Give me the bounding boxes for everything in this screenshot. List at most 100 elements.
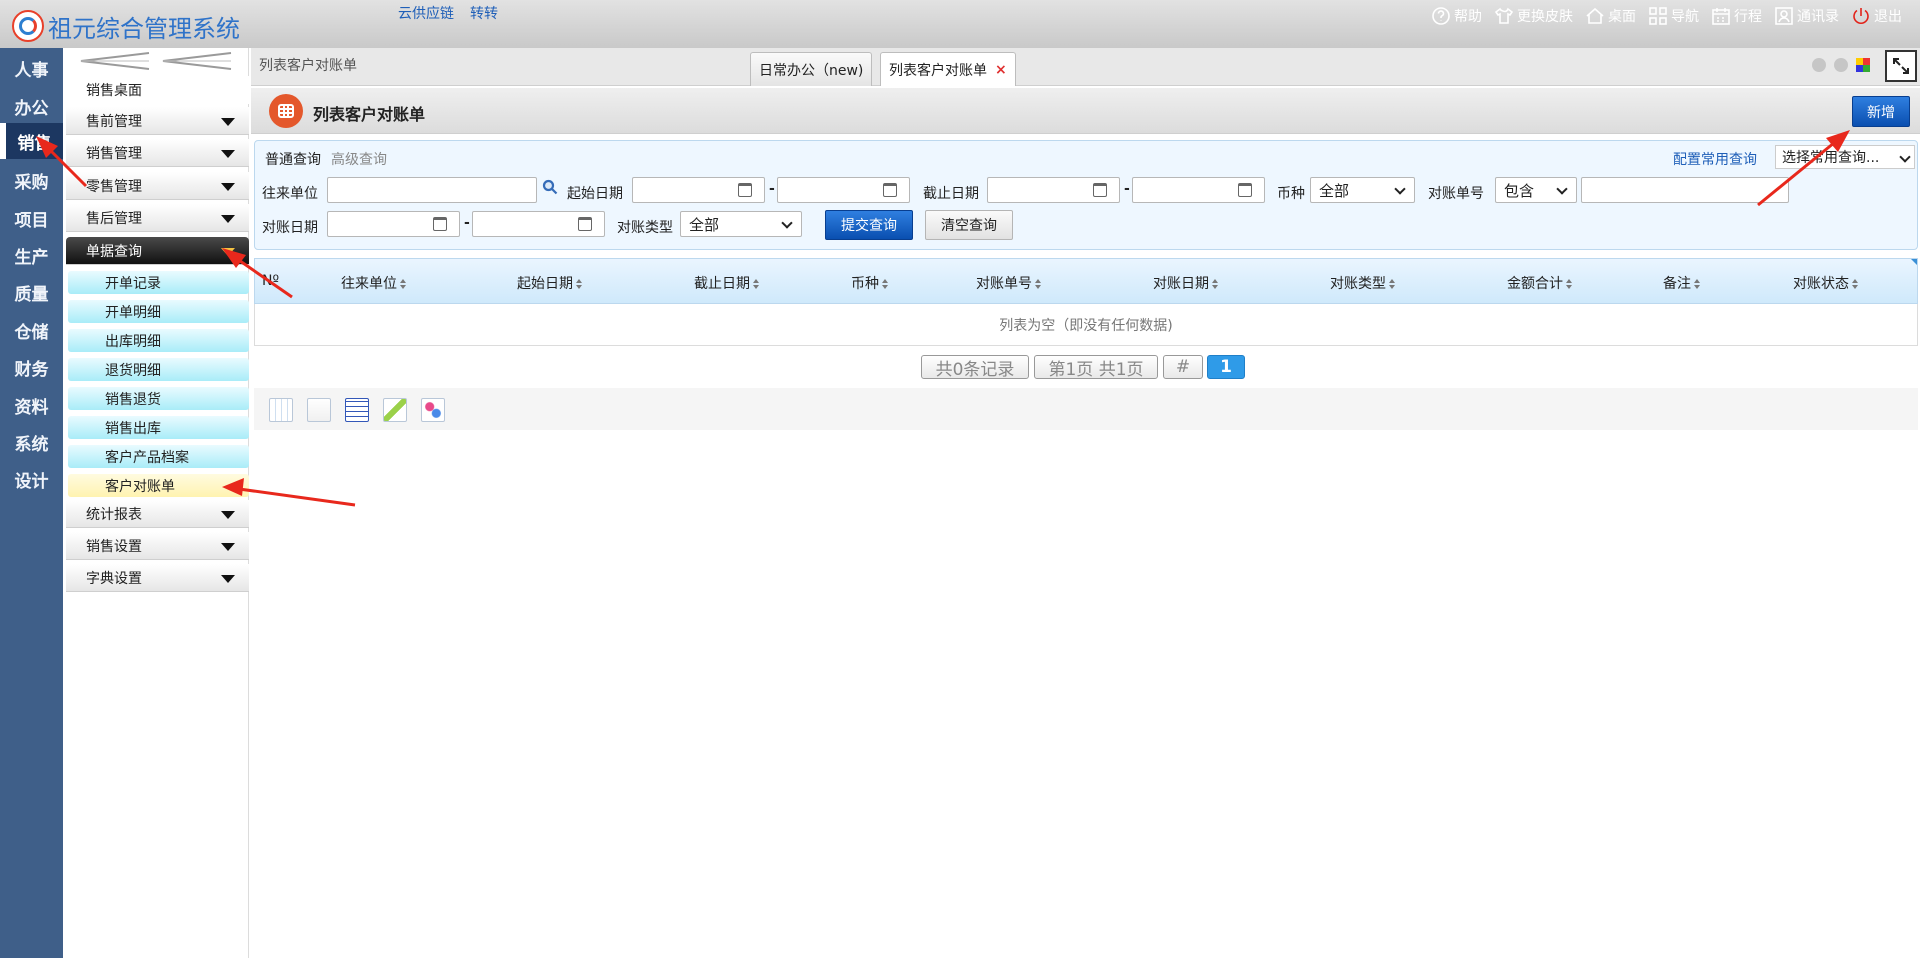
start-date-label: 起始日期 (567, 186, 623, 202)
statement-type-select[interactable]: 全部 (680, 211, 802, 237)
link-zhuanzhuan[interactable]: 转转 (470, 3, 498, 23)
tool-help[interactable]: 帮助 (1431, 6, 1482, 26)
menu-leaf-return-details[interactable]: 退货明细 (68, 358, 249, 381)
statement-date-from-input[interactable] (327, 211, 460, 237)
tab-advanced-query[interactable]: 高级查询 (331, 149, 387, 169)
common-query-select[interactable]: 选择常用查询... (1775, 145, 1915, 169)
module-office[interactable]: 办公 (0, 88, 63, 124)
settings-puzzle-icon[interactable] (421, 398, 445, 422)
tab-customer-statement[interactable]: 列表客户对账单 × (880, 52, 1016, 86)
caret-down-icon (221, 575, 235, 583)
tool-skin[interactable]: 更换皮肤 (1494, 6, 1573, 26)
menu-leaf-order-records[interactable]: 开单记录 (68, 271, 249, 294)
col-statement-date[interactable]: 对账日期 (1153, 273, 1218, 293)
collapse-menu-handle[interactable] (63, 51, 249, 71)
col-statement-type[interactable]: 对账类型 (1330, 273, 1395, 293)
menu-leaf-sales-outbound[interactable]: 销售出库 (68, 416, 249, 439)
tab-list-icon[interactable] (1856, 58, 1870, 72)
start-date-from-input[interactable] (632, 177, 765, 203)
menu-leaf-customer-statement[interactable]: 客户对账单 (68, 474, 249, 497)
table-corner-marker (1911, 259, 1917, 265)
blank-page-icon[interactable] (307, 398, 331, 422)
module-production[interactable]: 生产 (0, 237, 63, 273)
main-area: 列表客户对账单 日常办公（new) 列表客户对账单 × 列表客户对账单 新增 普… (251, 48, 1920, 958)
menu-leaf-outbound-details[interactable]: 出库明细 (68, 329, 249, 352)
tool-logout[interactable]: 退出 (1851, 6, 1902, 26)
add-button[interactable]: 新增 (1852, 96, 1910, 127)
col-statement-no[interactable]: 对账单号 (976, 273, 1041, 293)
help-icon (1431, 6, 1451, 26)
table-view-icon[interactable] (345, 398, 369, 422)
fullscreen-button[interactable] (1885, 50, 1917, 82)
module-nav: 人事 办公 销售 采购 项目 生产 质量 仓储 财务 资料 系统 设计 (0, 48, 63, 958)
menu-sales-mgmt[interactable]: 销售管理 (66, 139, 249, 167)
module-purchase[interactable]: 采购 (0, 162, 63, 198)
module-data[interactable]: 资料 (0, 387, 63, 423)
module-warehouse[interactable]: 仓储 (0, 312, 63, 348)
caret-down-icon (221, 118, 235, 126)
menu-reports[interactable]: 统计报表 (66, 500, 249, 528)
end-date-from-input[interactable] (987, 177, 1120, 203)
app-root: 祖元综合管理系统 云供应链 转转 帮助 更换皮肤 桌面 导航 行程 通讯录 退出… (0, 0, 1920, 958)
end-date-label: 截止日期 (923, 186, 979, 202)
col-currency[interactable]: 币种 (851, 273, 888, 293)
range-dash: - (1124, 181, 1130, 197)
module-design[interactable]: 设计 (0, 461, 63, 497)
search-icon[interactable] (542, 179, 558, 195)
menu-sales-settings[interactable]: 销售设置 (66, 532, 249, 560)
menu-aftersales[interactable]: 售后管理 (66, 204, 249, 232)
module-sales[interactable]: 销售 (0, 123, 63, 159)
menu-leaf-customer-product[interactable]: 客户产品档案 (68, 445, 249, 468)
menu-presales[interactable]: 售前管理 (66, 107, 249, 135)
module-project[interactable]: 项目 (0, 200, 63, 236)
clear-query-button[interactable]: 清空查询 (925, 210, 1013, 240)
col-status[interactable]: 对账状态 (1793, 273, 1858, 293)
caret-down-icon (221, 543, 235, 551)
caret-down-icon (221, 183, 235, 191)
tab-daily-office[interactable]: 日常办公（new) (750, 52, 873, 86)
menu-dictionary-settings[interactable]: 字典设置 (66, 564, 249, 592)
menu-leaf-sales-return[interactable]: 销售退货 (68, 387, 249, 410)
menu-sales-desktop[interactable]: 销售桌面 (66, 76, 249, 104)
edit-pencil-icon[interactable] (383, 398, 407, 422)
menu-document-query[interactable]: 单据查询 (66, 237, 249, 265)
power-icon (1851, 6, 1871, 26)
module-quality[interactable]: 质量 (0, 274, 63, 310)
menu-retail[interactable]: 零售管理 (66, 172, 249, 200)
pager-hash[interactable]: # (1163, 355, 1203, 379)
currency-select[interactable]: 全部 (1310, 177, 1415, 203)
tab-scroll-right-icon[interactable] (1834, 58, 1848, 72)
col-partner[interactable]: 往来单位 (341, 273, 406, 293)
contacts-icon (1774, 6, 1794, 26)
submit-query-button[interactable]: 提交查询 (825, 210, 913, 240)
tool-desktop[interactable]: 桌面 (1585, 6, 1636, 26)
col-remark[interactable]: 备注 (1663, 273, 1700, 293)
sort-icon (1389, 279, 1395, 289)
tool-navigation[interactable]: 导航 (1648, 6, 1699, 26)
statement-no-operator-select[interactable]: 包含 (1495, 177, 1577, 203)
col-amount-total[interactable]: 金额合计 (1507, 273, 1572, 293)
col-start-date[interactable]: 起始日期 (517, 273, 582, 293)
config-common-query-link[interactable]: 配置常用查询 (1673, 149, 1757, 169)
end-date-to-input[interactable] (1132, 177, 1265, 203)
menu-leaf-order-details[interactable]: 开单明细 (68, 300, 249, 323)
start-date-to-input[interactable] (777, 177, 910, 203)
partner-input[interactable] (327, 177, 537, 203)
calendar-icon (738, 183, 752, 197)
module-finance[interactable]: 财务 (0, 349, 63, 385)
page-header: 列表客户对账单 新增 (251, 88, 1920, 134)
module-hr[interactable]: 人事 (0, 50, 63, 86)
col-end-date[interactable]: 截止日期 (694, 273, 759, 293)
pager-page-1[interactable]: 1 (1207, 355, 1245, 379)
tab-scroll-left-icon[interactable] (1812, 58, 1826, 72)
tab-normal-query[interactable]: 普通查询 (265, 149, 321, 169)
currency-label: 币种 (1277, 186, 1305, 202)
statement-no-input[interactable] (1581, 177, 1789, 203)
close-icon[interactable]: × (995, 62, 1007, 78)
statement-date-to-input[interactable] (472, 211, 605, 237)
link-cloud-supply[interactable]: 云供应链 (398, 3, 454, 23)
tool-schedule[interactable]: 行程 (1711, 6, 1762, 26)
tool-contacts[interactable]: 通讯录 (1774, 6, 1839, 26)
select-columns-icon[interactable] (269, 398, 293, 422)
module-system[interactable]: 系统 (0, 424, 63, 460)
